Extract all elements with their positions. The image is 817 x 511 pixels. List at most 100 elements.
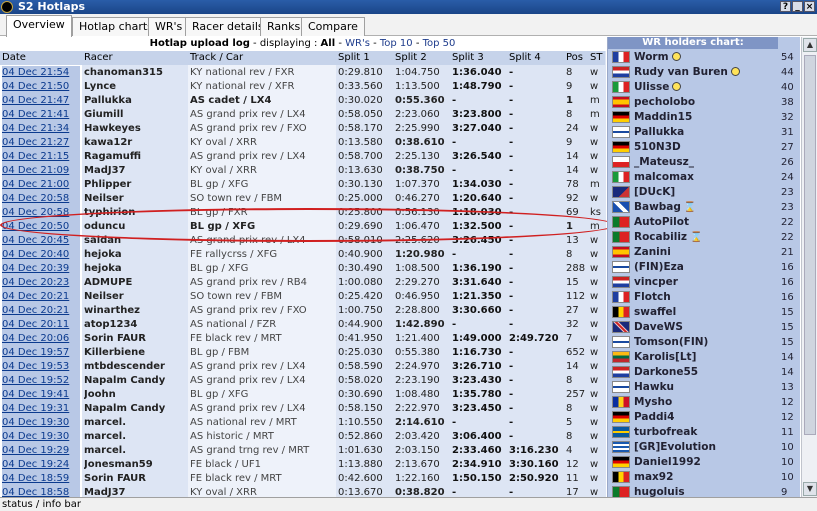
row-date-link[interactable]: 04 Dec 19:30: [2, 416, 80, 430]
row-date-link[interactable]: 04 Dec 19:57: [2, 346, 80, 360]
tab-wrs[interactable]: WR's: [148, 17, 190, 36]
wr-holder-item[interactable]: Rocabiliz ⌛ 22: [608, 230, 800, 245]
col-header-pos[interactable]: Pos: [566, 51, 583, 65]
wr-holder-name[interactable]: [GR]Evolution: [634, 440, 716, 455]
table-row[interactable]: 04 Dec 21:41 Giumill AS grand prix rev / L…: [0, 108, 605, 122]
wr-holder-name[interactable]: Paddi4: [634, 410, 674, 425]
table-row[interactable]: 04 Dec 21:50 Lynce KY national rev / XFR 0:…: [0, 80, 605, 94]
wr-holder-item[interactable]: Flotch 16: [608, 290, 800, 305]
table-row[interactable]: 04 Dec 20:21 winarthez AS grand prix rev /…: [0, 304, 605, 318]
wr-holder-name[interactable]: AutoPilot: [634, 215, 689, 230]
filter-wrs[interactable]: WR's: [345, 38, 370, 49]
table-row[interactable]: 04 Dec 21:27 kawa12r KY oval / XRR 0:13.580…: [0, 136, 605, 150]
row-date-link[interactable]: 04 Dec 21:54: [2, 66, 80, 80]
filter-all[interactable]: All: [321, 38, 336, 49]
wr-holder-item[interactable]: Tomson(FIN) 15: [608, 335, 800, 350]
col-header-split4[interactable]: Split 4: [509, 51, 541, 65]
col-header-date[interactable]: Date: [2, 51, 26, 65]
wr-holder-item[interactable]: max92 10: [608, 470, 800, 485]
wr-holder-item[interactable]: AutoPilot 22: [608, 215, 800, 230]
row-date-link[interactable]: 04 Dec 20:23: [2, 276, 80, 290]
wr-holder-name[interactable]: DaveWS: [634, 320, 683, 335]
wr-holder-item[interactable]: Mysho 12: [608, 395, 800, 410]
row-date-link[interactable]: 04 Dec 19:31: [2, 402, 80, 416]
row-date-link[interactable]: 04 Dec 21:50: [2, 80, 80, 94]
row-date-link[interactable]: 04 Dec 20:39: [2, 262, 80, 276]
table-row[interactable]: 04 Dec 20:39 hejoka BL gp / XFG 0:30.490 1:0…: [0, 262, 605, 276]
vertical-scrollbar[interactable]: ▲ ▼: [801, 37, 817, 497]
row-date-link[interactable]: 04 Dec 21:34: [2, 122, 80, 136]
row-date-link[interactable]: 04 Dec 19:52: [2, 374, 80, 388]
table-row[interactable]: 04 Dec 19:53 mtbdescender AS grand prix re…: [0, 360, 605, 374]
table-row[interactable]: 04 Dec 21:47 Pallukka AS cadet / LX4 0:30.0…: [0, 94, 605, 108]
wr-holder-name[interactable]: Bawbag ⌛: [634, 200, 696, 215]
filter-top10[interactable]: Top 10: [380, 38, 413, 49]
wr-holder-name[interactable]: (FIN)Eza: [634, 260, 684, 275]
col-header-split2[interactable]: Split 2: [395, 51, 427, 65]
help-button[interactable]: ?: [780, 1, 791, 12]
wr-holder-item[interactable]: pecholobo 38: [608, 95, 800, 110]
tab-compare[interactable]: Compare: [301, 17, 365, 36]
wr-holder-item[interactable]: Ulisse 40: [608, 80, 800, 95]
table-row[interactable]: 04 Dec 19:31 Napalm Candy AS grand prix re…: [0, 402, 605, 416]
wr-holder-item[interactable]: DaveWS 15: [608, 320, 800, 335]
wr-holder-name[interactable]: Darkone55: [634, 365, 698, 380]
table-row[interactable]: 04 Dec 20:40 hejoka FE rallycrss / XFG 0:40…: [0, 248, 605, 262]
wr-holder-name[interactable]: Tomson(FIN): [634, 335, 708, 350]
row-date-link[interactable]: 04 Dec 20:40: [2, 248, 80, 262]
wr-holder-name[interactable]: _Mateusz_: [634, 155, 694, 170]
wr-holder-name[interactable]: Zanini: [634, 245, 671, 260]
row-date-link[interactable]: 04 Dec 20:21: [2, 304, 80, 318]
wr-holder-name[interactable]: [DUcK]: [634, 185, 675, 200]
col-header-track[interactable]: Track / Car: [190, 51, 243, 65]
wr-holder-name[interactable]: Hawku: [634, 380, 674, 395]
row-date-link[interactable]: 04 Dec 20:11: [2, 318, 80, 332]
wr-holder-item[interactable]: _Mateusz_ 26: [608, 155, 800, 170]
wr-holder-name[interactable]: swaffel: [634, 305, 676, 320]
wr-holder-name[interactable]: Pallukka: [634, 125, 684, 140]
table-row[interactable]: 04 Dec 20:06 Sorin FAUR FE black rev / MRT…: [0, 332, 605, 346]
row-date-link[interactable]: 04 Dec 19:29: [2, 444, 80, 458]
scroll-thumb[interactable]: [804, 55, 816, 435]
col-header-racer[interactable]: Racer: [84, 51, 113, 65]
row-date-link[interactable]: 04 Dec 20:58: [2, 192, 80, 206]
table-row[interactable]: 04 Dec 21:00 Phlipper BL gp / XFG 0:30.130 1…: [0, 178, 605, 192]
wr-holder-name[interactable]: turbofreak: [634, 425, 697, 440]
row-date-link[interactable]: 04 Dec 21:00: [2, 178, 80, 192]
wr-holder-name[interactable]: Worm: [634, 50, 681, 65]
wr-holder-item[interactable]: swaffel 15: [608, 305, 800, 320]
wr-holder-item[interactable]: 510N3D 27: [608, 140, 800, 155]
wr-holder-item[interactable]: [DUcK] 23: [608, 185, 800, 200]
wr-holder-name[interactable]: max92: [634, 470, 673, 485]
row-date-link[interactable]: 04 Dec 20:21: [2, 290, 80, 304]
table-row[interactable]: 04 Dec 19:52 Napalm Candy AS grand prix re…: [0, 374, 605, 388]
close-button[interactable]: ×: [804, 1, 815, 12]
table-row[interactable]: 04 Dec 19:57 Killerbiene BL gp / FBM 0:25.0…: [0, 346, 605, 360]
wr-holder-item[interactable]: Darkone55 14: [608, 365, 800, 380]
wr-holder-item[interactable]: malcomax 24: [608, 170, 800, 185]
tab-racer-details[interactable]: Racer details: [185, 17, 271, 36]
table-row[interactable]: 04 Dec 21:09 MadJ37 KY oval / XRR 0:13.630 0…: [0, 164, 605, 178]
minimize-button[interactable]: _: [792, 1, 803, 12]
scroll-up-arrow-icon[interactable]: ▲: [803, 38, 817, 52]
wr-holder-name[interactable]: Karolis[Lt]: [634, 350, 696, 365]
table-row[interactable]: 04 Dec 20:58 Neilser SO town rev / FBM 0:25…: [0, 192, 605, 206]
wr-holder-item[interactable]: Paddi4 12: [608, 410, 800, 425]
wr-holder-item[interactable]: Hawku 13: [608, 380, 800, 395]
wr-holder-name[interactable]: Mysho: [634, 395, 672, 410]
wr-holder-name[interactable]: pecholobo: [634, 95, 695, 110]
row-date-link[interactable]: 04 Dec 20:06: [2, 332, 80, 346]
wr-holder-item[interactable]: Rudy van Buren 44: [608, 65, 800, 80]
wr-holder-name[interactable]: vincper: [634, 275, 678, 290]
wr-holder-item[interactable]: Bawbag ⌛ 23: [608, 200, 800, 215]
wr-holder-item[interactable]: Daniel1992 10: [608, 455, 800, 470]
wr-holder-name[interactable]: Maddin15: [634, 110, 692, 125]
table-row[interactable]: 04 Dec 20:23 ADMUPE AS grand prix rev / RB…: [0, 276, 605, 290]
col-header-split3[interactable]: Split 3: [452, 51, 484, 65]
wr-holder-item[interactable]: Zanini 21: [608, 245, 800, 260]
wr-holder-name[interactable]: Rocabiliz ⌛: [634, 230, 703, 245]
row-date-link[interactable]: 04 Dec 19:41: [2, 388, 80, 402]
col-header-split1[interactable]: Split 1: [338, 51, 370, 65]
wr-holder-name[interactable]: malcomax: [634, 170, 694, 185]
wr-holder-item[interactable]: [GR]Evolution 10: [608, 440, 800, 455]
